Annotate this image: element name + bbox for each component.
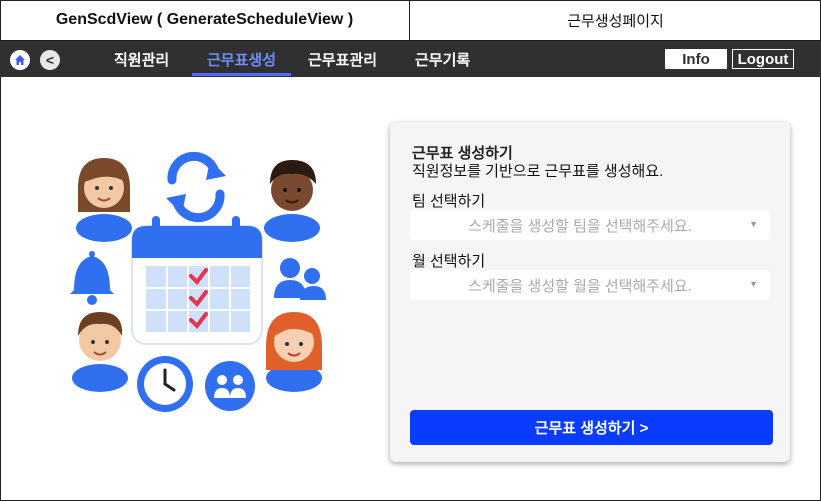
team-select-label: 팀 선택하기 [412, 193, 486, 210]
chevron-down-icon: ▼ [749, 219, 758, 229]
generate-schedule-button[interactable]: 근무표 생성하기 > [410, 410, 773, 445]
team-select-placeholder: 스케줄을 생성할 팀을 선택해주세요. [468, 217, 692, 235]
man-avatar-icon [264, 160, 320, 242]
month-select-placeholder: 스케줄을 생성할 월을 선택해주세요. [468, 277, 692, 295]
back-icon: < [45, 51, 55, 68]
team-select[interactable]: 스케줄을 생성할 팀을 선택해주세요. ▼ [410, 210, 770, 240]
team-badge-icon [205, 361, 255, 411]
back-button[interactable]: < [40, 50, 60, 70]
calendar-icon [131, 216, 263, 345]
nav-bar: < 직원관리 근무표생성 근무표관리 근무기록 Info Logout [0, 41, 821, 77]
info-button[interactable]: Info [665, 49, 727, 69]
view-name-title: GenScdView ( GenerateScheduleView ) [0, 0, 410, 40]
month-select-label: 월 선택하기 [412, 253, 486, 270]
clock-icon [137, 356, 193, 412]
home-button[interactable] [10, 50, 30, 70]
man-avatar-icon [72, 312, 128, 392]
schedule-illustration [70, 151, 326, 412]
nav-item-manage-schedule[interactable]: 근무표관리 [308, 41, 377, 77]
nav-item-generate-schedule[interactable]: 근무표생성 [207, 41, 276, 77]
nav-item-staff[interactable]: 직원관리 [114, 41, 169, 77]
chevron-down-icon: ▼ [749, 279, 758, 289]
people-group-icon [274, 258, 326, 300]
month-select[interactable]: 스케줄을 생성할 월을 선택해주세요. ▼ [410, 270, 770, 300]
form-description: 직원정보를 기반으로 근무표를 생성해요. [412, 163, 664, 180]
logout-button[interactable]: Logout [732, 49, 794, 69]
page-name-title: 근무생성페이지 [567, 12, 664, 30]
home-icon [15, 55, 25, 65]
schedule-form-panel: 근무표 생성하기 직원정보를 기반으로 근무표를 생성해요. 팀 선택하기 스케… [390, 122, 790, 462]
refresh-icon [166, 151, 226, 223]
woman-avatar-icon [76, 158, 132, 242]
active-tab-indicator [192, 73, 291, 76]
woman-avatar-icon [266, 312, 322, 392]
bell-icon [70, 251, 114, 305]
nav-item-work-records[interactable]: 근무기록 [415, 41, 470, 77]
title-bar: GenScdView ( GenerateScheduleView ) 근무생성… [0, 0, 821, 41]
